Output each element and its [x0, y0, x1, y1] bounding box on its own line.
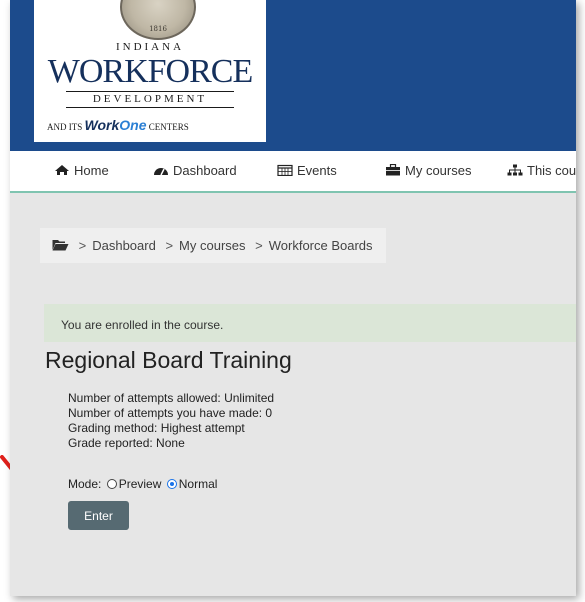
logo-tagline: AND ITS WorkOne CENTERS	[47, 117, 189, 133]
breadcrumb-dashboard[interactable]: Dashboard	[92, 238, 156, 253]
mode-selector: Mode: Preview Normal	[68, 477, 217, 491]
nav-this-course[interactable]: This cour	[507, 163, 576, 178]
nav-home[interactable]: Home	[54, 163, 109, 178]
grading-method: Grading method: Highest attempt	[68, 421, 245, 435]
primary-navigation: Home Dashboard Events My courses This co…	[10, 151, 576, 193]
alert-text: You are enrolled in the course.	[61, 318, 224, 332]
briefcase-icon	[386, 164, 400, 176]
home-icon	[55, 165, 69, 175]
folder-open-icon	[52, 240, 69, 251]
enrolled-alert: You are enrolled in the course.	[44, 304, 576, 342]
mode-normal-radio[interactable]	[166, 479, 177, 489]
state-seal-icon: 1816	[120, 0, 196, 40]
logo-line-workforce: WORKFORCE	[47, 53, 253, 90]
mode-preview-radio[interactable]	[106, 479, 117, 489]
logo-line-indiana: INDIANA	[115, 41, 185, 53]
calendar-icon	[277, 164, 293, 176]
nav-dashboard[interactable]: Dashboard	[153, 163, 237, 178]
quiz-info: Number of attempts allowed: Unlimited Nu…	[68, 391, 274, 451]
header-banner: 1816 INDIANA WORKFORCE DEVELOPMENT AND I…	[10, 0, 576, 151]
page-title: Regional Board Training	[45, 347, 292, 373]
mode-preview-label[interactable]: Preview	[119, 477, 162, 491]
nav-my-courses[interactable]: My courses	[385, 163, 471, 178]
breadcrumb: > Dashboard > My courses > Workforce Boards	[40, 228, 386, 263]
logo-divider	[66, 107, 234, 108]
site-logo[interactable]: 1816 INDIANA WORKFORCE DEVELOPMENT AND I…	[34, 0, 266, 142]
enter-button[interactable]: Enter	[68, 501, 129, 530]
mode-label: Mode:	[68, 477, 102, 491]
logo-divider	[66, 91, 234, 92]
mode-normal-label[interactable]: Normal	[179, 477, 218, 491]
breadcrumb-my-courses[interactable]: My courses	[179, 238, 245, 253]
attempts-allowed: Number of attempts allowed: Unlimited	[68, 391, 275, 405]
grade-reported: Grade reported: None	[68, 436, 185, 450]
dashboard-gauge-icon	[154, 168, 168, 176]
breadcrumb-workforce-boards[interactable]: Workforce Boards	[269, 238, 373, 253]
logo-line-development: DEVELOPMENT	[92, 93, 208, 105]
sitemap-icon	[507, 164, 523, 176]
nav-events[interactable]: Events	[277, 163, 337, 178]
attempts-made: Number of attempts you have made: 0	[68, 406, 273, 420]
moodle-window: 1816 INDIANA WORKFORCE DEVELOPMENT AND I…	[10, 0, 576, 596]
